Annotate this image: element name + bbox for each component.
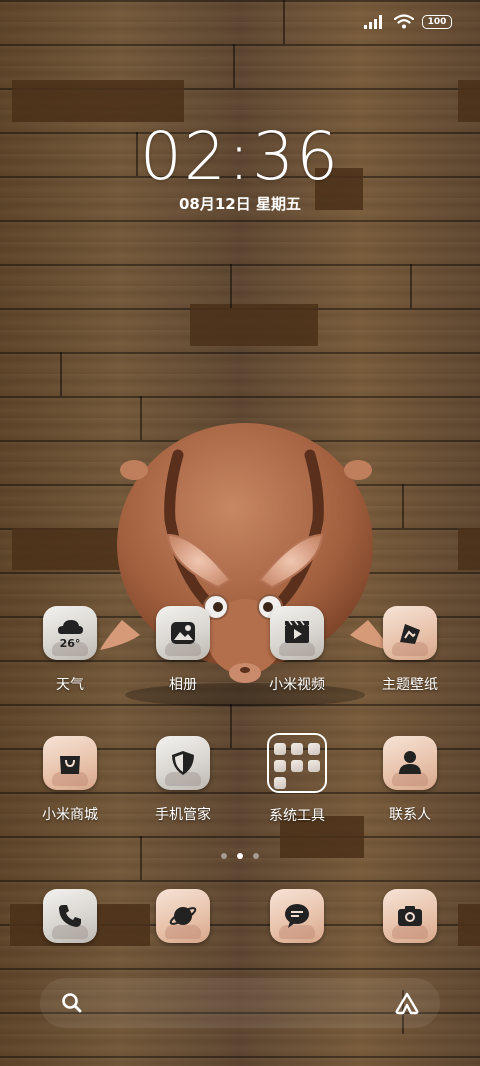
browser-planet-icon — [169, 907, 197, 925]
camera-icon — [398, 906, 422, 926]
messages-app-icon[interactable] — [270, 889, 324, 943]
app-label: 系统工具 — [269, 808, 325, 824]
app-label: 联系人 — [389, 807, 431, 823]
app-folder-system-tools[interactable]: 系统工具 — [242, 733, 352, 825]
wood-plank — [190, 304, 318, 346]
dock-browser[interactable] — [128, 889, 238, 943]
weather-app-icon[interactable]: 26° — [43, 606, 97, 660]
wood-seam — [410, 264, 412, 308]
phone-icon — [59, 905, 81, 927]
page-dot[interactable] — [221, 853, 227, 859]
app-label: 相册 — [169, 677, 197, 693]
themes-app-icon[interactable] — [383, 606, 437, 660]
wood-seam — [230, 264, 232, 308]
wood-plank — [458, 80, 480, 122]
page-dot-active[interactable] — [237, 853, 243, 859]
search-bar[interactable] — [40, 978, 440, 1028]
phone-app-icon[interactable] — [43, 889, 97, 943]
app-label: 手机管家 — [155, 807, 211, 823]
assistant-icon[interactable] — [394, 991, 420, 1015]
wood-plank — [458, 528, 480, 570]
folder-mini-app-icon — [308, 760, 320, 772]
gallery-app-icon[interactable] — [156, 606, 210, 660]
wood-plank — [12, 80, 184, 122]
app-label: 小米商城 — [42, 807, 98, 823]
app-label: 天气 — [56, 677, 84, 693]
search-icon[interactable] — [60, 991, 84, 1015]
store-app-icon[interactable] — [43, 736, 97, 790]
clock-date[interactable]: 08月12日 星期五 — [0, 193, 480, 214]
battery-indicator: 100 — [422, 14, 452, 29]
folder-mini-app-icon — [291, 760, 303, 772]
wood-seam — [233, 44, 235, 88]
wood-seam — [60, 352, 62, 396]
page-indicator[interactable] — [0, 853, 480, 859]
app-themes[interactable]: 主题壁纸 — [355, 606, 465, 694]
dock-phone[interactable] — [15, 889, 125, 943]
theme-icon — [400, 624, 420, 644]
contact-person-icon — [399, 751, 421, 774]
shopping-bag-icon — [60, 756, 80, 774]
app-mi-video[interactable]: 小米视频 — [242, 606, 352, 694]
folder-mini-app-icon — [274, 760, 286, 772]
app-label: 主题壁纸 — [382, 677, 438, 693]
message-bubble-icon — [285, 904, 309, 928]
video-clapper-icon — [285, 620, 309, 643]
app-gallery[interactable]: 相册 — [128, 606, 238, 694]
contacts-app-icon[interactable] — [383, 736, 437, 790]
app-label: 小米视频 — [269, 677, 325, 693]
page-dot[interactable] — [253, 853, 259, 859]
folder-mini-app-icon — [274, 777, 286, 789]
folder-mini-app-icon — [291, 743, 303, 755]
signal-bars-icon — [364, 14, 382, 29]
folder-empty-slot — [308, 777, 320, 789]
folder-icon[interactable] — [267, 733, 327, 793]
camera-app-icon[interactable] — [383, 889, 437, 943]
wood-seam — [402, 484, 404, 528]
dock-camera[interactable] — [355, 889, 465, 943]
folder-empty-slot — [291, 777, 303, 789]
wifi-icon — [394, 14, 414, 29]
weather-cloud-icon: 26° — [58, 620, 83, 650]
battery-level: 100 — [427, 16, 447, 27]
video-app-icon[interactable] — [270, 606, 324, 660]
app-weather[interactable]: 26° 天气 — [15, 606, 125, 694]
browser-app-icon[interactable] — [156, 889, 210, 943]
dock-messages[interactable] — [242, 889, 352, 943]
app-security[interactable]: 手机管家 — [128, 736, 238, 824]
security-shield-icon — [172, 751, 194, 775]
weather-temperature: 26° — [60, 637, 81, 650]
app-contacts[interactable]: 联系人 — [355, 736, 465, 824]
status-bar: 100 — [0, 0, 480, 44]
gallery-icon — [171, 622, 195, 644]
clock-time[interactable]: 02:36 — [0, 118, 480, 195]
app-mi-store[interactable]: 小米商城 — [15, 736, 125, 824]
folder-mini-app-icon — [274, 743, 286, 755]
status-icons: 100 — [364, 14, 452, 29]
security-app-icon[interactable] — [156, 736, 210, 790]
folder-mini-app-icon — [308, 743, 320, 755]
